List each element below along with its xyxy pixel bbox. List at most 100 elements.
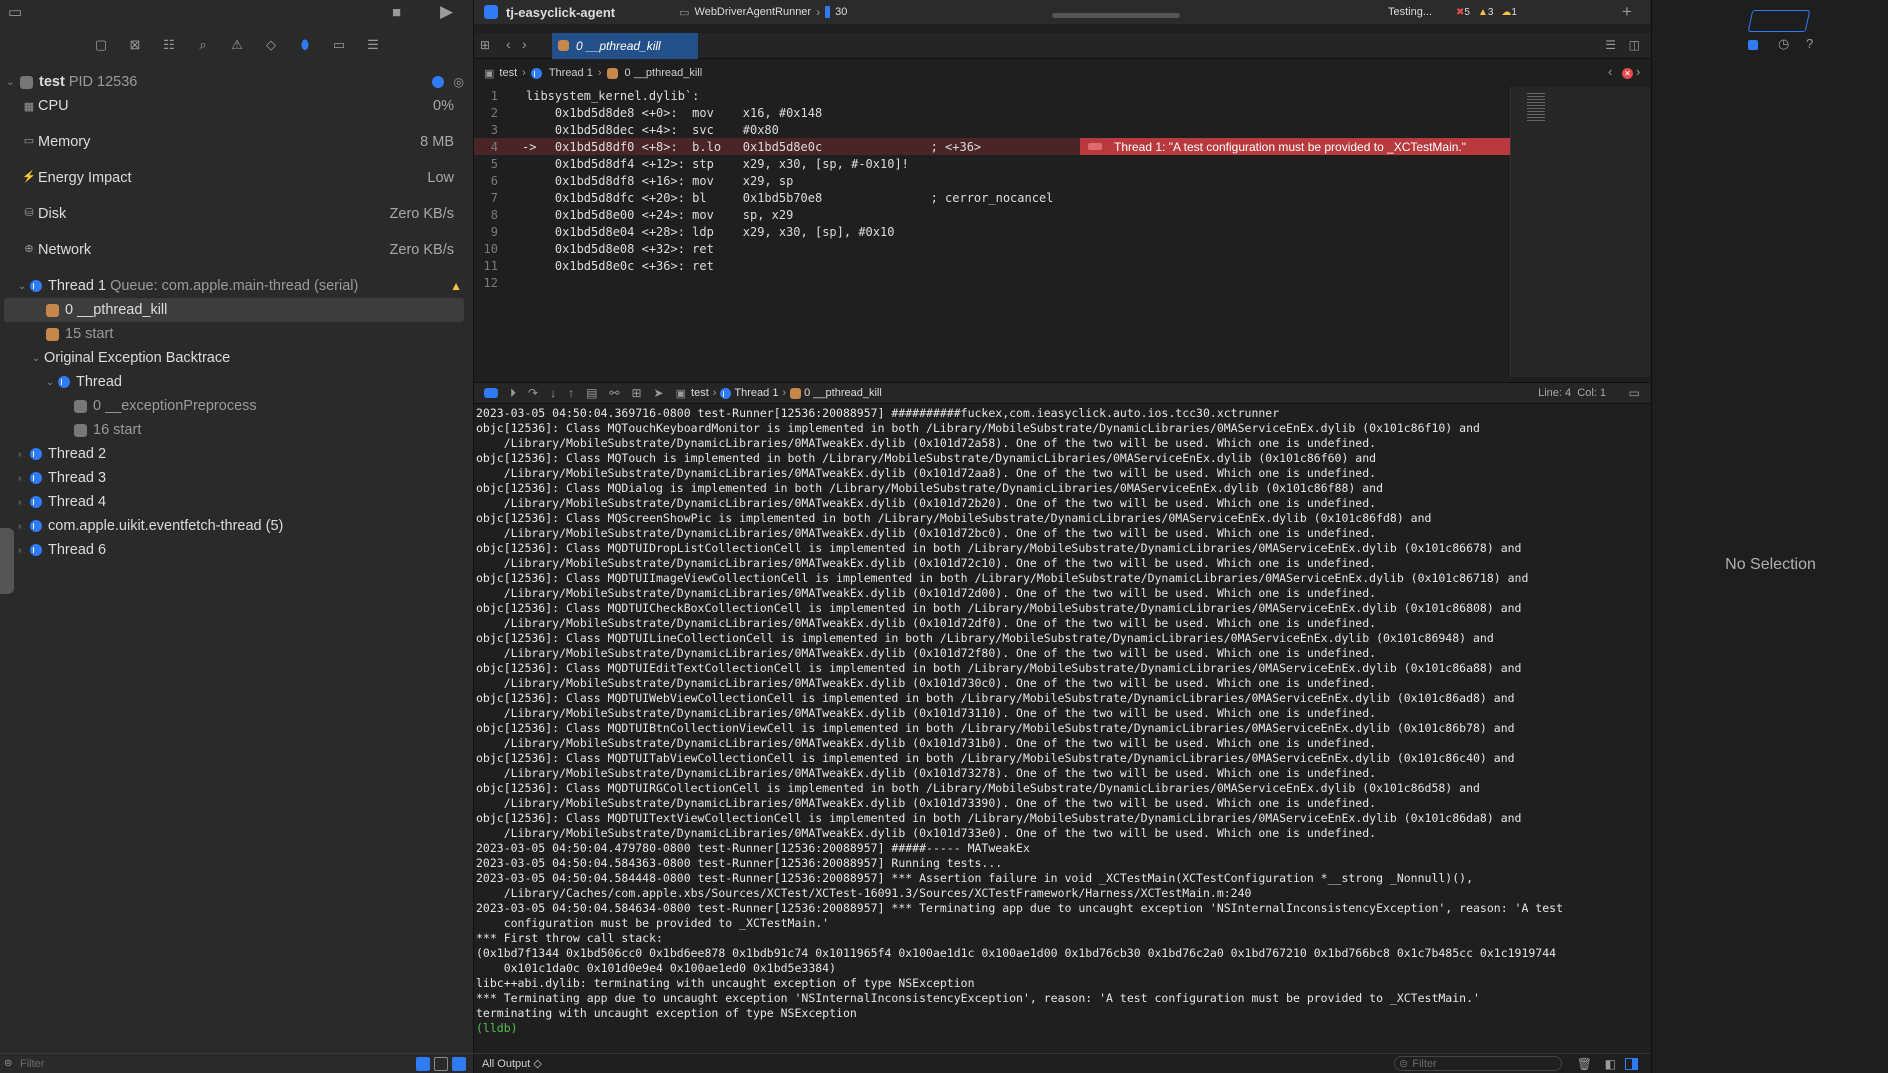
- help-icon[interactable]: ?: [1806, 36, 1813, 51]
- history-icon[interactable]: ◷: [1778, 36, 1789, 52]
- chevron-right-icon[interactable]: ›: [18, 449, 30, 460]
- tab-pthread-kill[interactable]: 0 __pthread_kill: [552, 33, 698, 59]
- view-hierarchy-icon[interactable]: ▤: [586, 386, 597, 400]
- next-issue-icon[interactable]: ›: [1636, 64, 1640, 79]
- thread-row[interactable]: › Thread 2: [0, 442, 474, 466]
- chevron-down-icon[interactable]: ⌄: [46, 377, 58, 388]
- debug-icon[interactable]: ⬮: [295, 37, 315, 53]
- scheme-selector[interactable]: ▭ WebDriverAgentRunner › 30: [679, 5, 847, 19]
- frame-label: 15 start: [65, 326, 114, 342]
- file-inspector-icon[interactable]: [1748, 40, 1758, 50]
- console-line: /Library/MobileSubstrate/DynamicLibrarie…: [476, 796, 1377, 810]
- filter-toggle-icon[interactable]: [452, 1056, 466, 1071]
- test-icon[interactable]: ◇: [261, 37, 281, 53]
- frame-row-selected[interactable]: 0 __pthread_kill: [4, 298, 464, 322]
- thread-row[interactable]: › Thread 6: [0, 538, 474, 562]
- exception-backtrace-row[interactable]: ⌄ Original Exception Backtrace: [0, 346, 474, 370]
- panel-toggle-icon[interactable]: ▭: [1629, 386, 1640, 400]
- add-icon[interactable]: +: [1622, 2, 1632, 22]
- chevron-down-icon[interactable]: ⌄: [6, 77, 18, 88]
- error-icon[interactable]: ✕: [1622, 68, 1633, 79]
- line-number: 10: [483, 241, 498, 256]
- error-annotation[interactable]: Thread 1: "A test configuration must be …: [1080, 138, 1510, 155]
- navigator-filter-input[interactable]: Filter: [20, 1058, 44, 1070]
- gauge-memory[interactable]: ▭ Memory 8 MB: [0, 130, 474, 166]
- console-view-icon[interactable]: [1625, 1057, 1638, 1070]
- hide-debug-area-icon[interactable]: [484, 388, 498, 398]
- step-out-icon[interactable]: ↑: [568, 386, 574, 400]
- grid-icon[interactable]: ⊞: [480, 38, 490, 52]
- jump-bar-item[interactable]: test: [499, 67, 517, 79]
- previous-issue-icon[interactable]: ‹: [1608, 64, 1612, 79]
- find-icon[interactable]: ⌕: [193, 37, 213, 53]
- stop-button[interactable]: ■: [392, 0, 401, 24]
- lldb-prompt[interactable]: (lldb): [476, 1021, 1650, 1036]
- debug-crumb[interactable]: test: [691, 387, 709, 399]
- source-control-icon[interactable]: ⊠: [125, 37, 145, 53]
- console-output[interactable]: 2023-03-05 04:50:04.369716-0800 test-Run…: [476, 406, 1650, 1038]
- disassembly-editor[interactable]: 1 libsystem_kernel.dylib`: 2 0x1bd5d8de8 …: [474, 87, 1510, 377]
- thread-row-1[interactable]: ⌄ Thread 1 Queue: com.apple.main-thread …: [0, 274, 474, 298]
- report-icon[interactable]: ☰: [363, 37, 383, 53]
- chevron-down-icon[interactable]: ⌄: [32, 353, 44, 364]
- run-button[interactable]: ▶: [440, 0, 453, 24]
- console-filter[interactable]: ⊜ Filter: [1394, 1056, 1562, 1071]
- sidebar-toggle-icon[interactable]: ▭: [8, 0, 28, 24]
- console-filter-input[interactable]: Filter: [1412, 1058, 1436, 1070]
- back-icon[interactable]: ‹: [506, 36, 511, 52]
- code-text: 0x1bd5d8df8 <+16>: mov x29, sp: [526, 173, 794, 188]
- chevron-down-icon[interactable]: ⌄: [18, 281, 30, 292]
- jump-bar-item[interactable]: 0 __pthread_kill: [625, 67, 703, 79]
- folder-icon[interactable]: ▢: [91, 37, 111, 53]
- step-over-icon[interactable]: ↷: [528, 386, 538, 400]
- thread-row[interactable]: › Thread 4: [0, 490, 474, 514]
- filter-toggle-icon[interactable]: [416, 1056, 430, 1071]
- breakpoint-icon[interactable]: ▭: [329, 37, 349, 53]
- continue-icon[interactable]: ⏵: [510, 386, 516, 401]
- trash-icon[interactable]: 🗑: [1577, 1057, 1592, 1071]
- location-icon[interactable]: ➤: [654, 386, 664, 400]
- environment-icon[interactable]: ⊞: [631, 386, 641, 400]
- filter-toggle-icon[interactable]: [434, 1056, 448, 1071]
- frame-row[interactable]: 0 __exceptionPreprocess: [0, 394, 474, 418]
- jump-bar-item[interactable]: Thread 1: [549, 67, 593, 79]
- frame-label: 16 start: [93, 422, 142, 438]
- chevron-right-icon[interactable]: ›: [18, 497, 30, 508]
- frame-row[interactable]: 15 start: [0, 322, 474, 346]
- gauge-network[interactable]: ⊕ Network Zero KB/s: [0, 238, 474, 274]
- chevron-right-icon[interactable]: ›: [18, 473, 30, 484]
- xcode-app-icon: [484, 5, 498, 19]
- exception-thread-row[interactable]: ⌄ Thread: [0, 370, 474, 394]
- filter-icon: ⊜: [1399, 1058, 1409, 1070]
- forward-icon[interactable]: ›: [522, 36, 527, 52]
- issue-counts[interactable]: ✖5 ▲3 ☁1: [1456, 7, 1517, 18]
- output-selector[interactable]: All Output ◇: [482, 1057, 542, 1070]
- step-in-icon[interactable]: ↓: [550, 386, 556, 400]
- process-options-icon[interactable]: ◎: [454, 75, 464, 89]
- editor-options-icon[interactable]: ☰: [1605, 38, 1616, 52]
- thread-row[interactable]: › com.apple.uikit.eventfetch-thread (5): [0, 514, 474, 538]
- thread-icon: [30, 472, 42, 484]
- thread-icon: [530, 67, 542, 79]
- process-row[interactable]: ⌄ test PID 12536 ◎: [0, 70, 474, 94]
- gauge-energy[interactable]: ⚡ Energy Impact Low: [0, 166, 474, 202]
- scroll-handle[interactable]: [0, 528, 14, 594]
- memory-graph-icon[interactable]: ⚯: [609, 386, 619, 400]
- gauge-cpu[interactable]: ▦ CPU 0%: [0, 94, 474, 118]
- gauge-label: CPU: [38, 98, 69, 114]
- gauge-disk[interactable]: ⛁ Disk Zero KB/s: [0, 202, 474, 238]
- thread-row[interactable]: › Thread 3: [0, 466, 474, 490]
- issue-icon[interactable]: ⚠: [227, 37, 247, 53]
- chevron-right-icon[interactable]: ›: [18, 545, 30, 556]
- variables-view-icon[interactable]: ◧: [1605, 1057, 1616, 1071]
- editor-tab-bar: ⊞ ‹ › 0 __pthread_kill ☰ ◫: [474, 33, 1650, 59]
- debug-crumb[interactable]: Thread 1: [734, 387, 778, 399]
- minimap[interactable]: [1510, 87, 1650, 377]
- split-editor-icon[interactable]: ◫: [1629, 38, 1640, 52]
- frame-row[interactable]: 16 start: [0, 418, 474, 442]
- debug-crumb[interactable]: 0 __pthread_kill: [804, 387, 882, 399]
- chevron-right-icon[interactable]: ›: [18, 521, 30, 532]
- console-line: 0x101c1da0c 0x101d0e9e4 0x100ae1ed0 0x1b…: [476, 961, 837, 975]
- symbol-icon[interactable]: ☷: [159, 37, 179, 53]
- console-line: 2023-03-05 04:50:04.479780-0800 test-Run…: [476, 841, 1030, 855]
